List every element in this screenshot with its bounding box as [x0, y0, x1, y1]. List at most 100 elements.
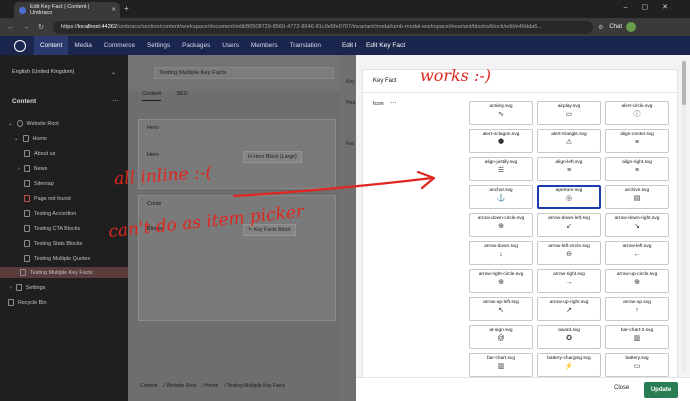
icon-option[interactable]: battery-charging.svg ⚡	[537, 353, 601, 377]
icon-option[interactable]: anchor.svg ⚓	[469, 185, 533, 209]
close-button[interactable]: Close	[614, 385, 629, 391]
arrow-down-right-icon: ↘	[634, 223, 640, 230]
icon-option[interactable]: arrow-down-left.svg ↙	[537, 213, 601, 237]
section-content[interactable]: Content	[34, 36, 69, 55]
icon-option[interactable]: align-center.svg ≡	[605, 129, 669, 153]
tree-node-website-root[interactable]: ⌄ Website Root	[8, 120, 59, 127]
new-tab-icon[interactable]: +	[124, 4, 129, 13]
icon-option[interactable]: arrow-up-right.svg ↗	[537, 297, 601, 321]
section-media[interactable]: Media	[68, 36, 97, 55]
close-tab-icon[interactable]: ✕	[111, 7, 116, 13]
section-users[interactable]: Users	[216, 36, 245, 55]
editor-tabs: Content SEO	[142, 91, 202, 101]
icon-option[interactable]: arrow-right-circle.svg ⊕	[469, 269, 533, 293]
icon-option[interactable]: bar-chart.svg ▥	[469, 353, 533, 377]
section-commerce[interactable]: Commerce	[98, 36, 141, 55]
section-members[interactable]: Members	[245, 36, 284, 55]
battery-charging-icon: ⚡	[564, 363, 574, 370]
icon-option[interactable]: arrow-up-circle.svg ⊕	[605, 269, 669, 293]
chevron-right-icon[interactable]: ›	[10, 285, 12, 291]
bar-chart-icon: ▥	[497, 363, 505, 370]
chevron-down-icon[interactable]: ⌄	[8, 121, 13, 127]
icon-option[interactable]: arrow-down.svg ↓	[469, 241, 533, 265]
page-icon	[20, 269, 26, 276]
icon-option[interactable]: alert-circle.svg ⓘ	[605, 101, 669, 125]
icon-option[interactable]: activity.svg ∿	[469, 101, 533, 125]
icon-option-label: arrow-right.svg	[553, 272, 585, 277]
icon-option[interactable]: arrow-left.svg ←	[605, 241, 669, 265]
forward-icon[interactable]: →	[22, 24, 30, 31]
icon-option[interactable]: arrow-up-left.svg ↖	[469, 297, 533, 321]
breadcrumb-item[interactable]: Website Root	[166, 383, 196, 389]
modal-scrollbar[interactable]	[682, 59, 686, 371]
icon-option[interactable]: align-left.svg ≡	[537, 157, 601, 181]
extensions-icon[interactable]: ⚙	[598, 24, 603, 31]
activity-icon: ∿	[498, 111, 504, 118]
icon-option[interactable]: arrow-up.svg ↑	[605, 297, 669, 321]
tree-node-recycle-bin[interactable]: Recycle Bin	[8, 299, 46, 306]
back-icon[interactable]: ←	[7, 24, 15, 31]
globe-icon	[16, 120, 23, 127]
tree-node-testing-cta-blocks[interactable]: Testing CTA Blocks	[24, 225, 80, 232]
block-name: Hero Block (Large)	[253, 154, 297, 160]
icon-option[interactable]: award.svg ✪	[537, 325, 601, 349]
section-settings[interactable]: Settings	[141, 36, 176, 55]
tree-node-settings[interactable]: › Settings	[10, 284, 45, 291]
reload-icon[interactable]: ↻	[37, 23, 45, 31]
breadcrumb-item[interactable]: Content	[140, 383, 158, 389]
tree-node-about-us[interactable]: About us	[24, 150, 55, 157]
profile-avatar[interactable]	[626, 22, 637, 32]
icon-option[interactable]: bar-chart-2.svg ▥	[605, 325, 669, 349]
window-controls[interactable]: –▢✕	[624, 3, 682, 11]
icon-option[interactable]: arrow-left-circle.svg ⊖	[537, 241, 601, 265]
tree-node-page-not-found[interactable]: Page not found	[24, 195, 71, 202]
tree-actions-icon[interactable]: …	[112, 96, 119, 103]
document-name-input[interactable]: Testing Multiple Key Facts	[154, 67, 334, 79]
browser-tab-bar: Edit Key Fact | Content | Umbraco ✕ + –▢…	[0, 0, 690, 18]
icon-option[interactable]: align-justify.svg ☰	[469, 157, 533, 181]
breadcrumb-item[interactable]: Home	[205, 383, 218, 389]
icon-option[interactable]: battery.svg ▭	[605, 353, 669, 377]
scrollbar-thumb[interactable]	[682, 61, 686, 105]
section-translation[interactable]: Translation	[284, 36, 327, 55]
tree-node-home[interactable]: ⌄ Home	[14, 135, 47, 142]
underlying-modal-title: Edit K	[340, 36, 356, 55]
browser-tab[interactable]: Edit Key Fact | Content | Umbraco ✕	[14, 2, 120, 18]
icon-option[interactable]: arrow-right.svg →	[537, 269, 601, 293]
tree-node-sitemap[interactable]: Sitemap	[24, 180, 54, 187]
icon-option[interactable]: airplay.svg ▭	[537, 101, 601, 125]
umbraco-logo-icon[interactable]	[14, 39, 26, 52]
tree-node-testing-multiple-quotes[interactable]: Testing Multiple Quotes	[24, 255, 90, 262]
aperture-icon: ◎	[565, 195, 573, 202]
section-packages[interactable]: Packages	[176, 36, 216, 55]
url-input[interactable]: https://localhost:44362/umbraco/section/…	[53, 20, 593, 34]
modal-title: Edit Key Fact	[356, 36, 690, 55]
chevron-right-icon[interactable]: ›	[18, 166, 20, 172]
icon-option[interactable]: align-right.svg ≡	[605, 157, 669, 181]
tree-node-news[interactable]: › News	[18, 165, 47, 172]
culture-selector[interactable]: English (United Kingdom)	[12, 69, 74, 75]
tree-node-testing-accordion[interactable]: Testing Accordion	[24, 210, 76, 217]
icon-option[interactable]: alert-octagon.svg ⯃	[469, 129, 533, 153]
update-button[interactable]: Update	[644, 382, 678, 398]
tree-node-testing-stats-blocks[interactable]: Testing Stats Blocks	[24, 240, 82, 247]
page-icon	[23, 165, 30, 172]
hero-block-item[interactable]: H Hero Block (Large)	[243, 151, 302, 163]
tab-content[interactable]: Content	[142, 91, 161, 101]
icon-option[interactable]: archive.svg ▤	[605, 185, 669, 209]
icon-option[interactable]: at-sign.svg @	[469, 325, 533, 349]
block-name: Key Facts Block	[253, 227, 291, 233]
property-actions-icon[interactable]: …	[390, 98, 397, 105]
umbraco-header: Content Media Commerce Settings Packages…	[0, 36, 340, 55]
icon-option-label: alert-circle.svg	[621, 104, 653, 109]
chevron-down-icon[interactable]: ⌄	[111, 69, 116, 76]
icon-option[interactable]: aperture.svg ◎	[537, 185, 601, 209]
icon-option[interactable]: arrow-down-right.svg ↘	[605, 213, 669, 237]
chevron-down-icon[interactable]: ⌄	[14, 136, 19, 142]
tree-node-testing-multiple-key-facts[interactable]: Testing Multiple Key Facts	[0, 267, 128, 278]
chat-button[interactable]: Chat	[609, 24, 622, 30]
tab-seo[interactable]: SEO	[176, 91, 187, 97]
icon-option[interactable]: alert-triangle.svg ⚠	[537, 129, 601, 153]
icon-option[interactable]: arrow-down-circle.svg ⊕	[469, 213, 533, 237]
umbraco-favicon-icon	[19, 6, 26, 14]
